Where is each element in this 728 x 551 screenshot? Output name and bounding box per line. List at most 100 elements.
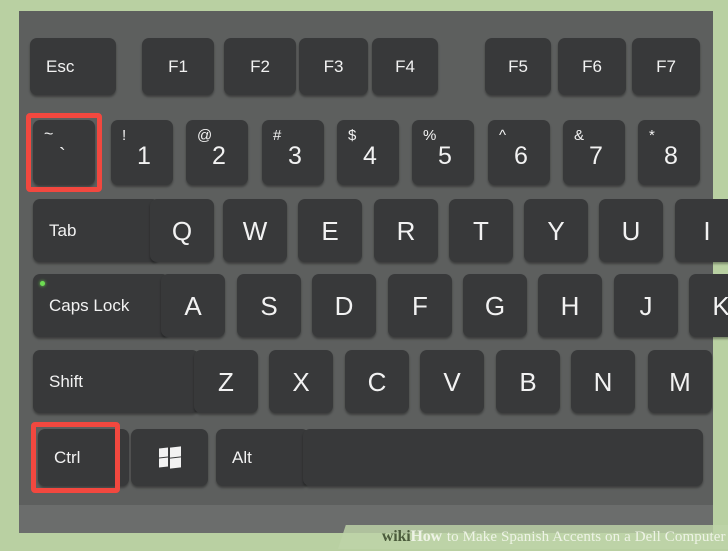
key-caps-lock[interactable]: Caps Lock — [33, 274, 169, 337]
key-alt-left[interactable]: Alt — [216, 429, 309, 486]
key-n[interactable]: N — [571, 350, 635, 413]
key-f2[interactable]: F2 — [224, 38, 296, 95]
key-n-label: N — [593, 366, 613, 397]
key-digit-8-lower: 8 — [664, 142, 678, 170]
key-esc[interactable]: Esc — [30, 38, 116, 95]
key-v-label: V — [443, 366, 461, 397]
key-a[interactable]: A — [161, 274, 225, 337]
key-f[interactable]: F — [388, 274, 452, 337]
key-j-label: J — [639, 290, 653, 321]
key-w[interactable]: W — [223, 199, 287, 262]
key-digit-4-lower: 4 — [363, 142, 377, 170]
key-i[interactable]: I — [675, 199, 728, 262]
key-b[interactable]: B — [496, 350, 560, 413]
wikihow-brand: wikiHow — [382, 528, 442, 546]
key-d[interactable]: D — [312, 274, 376, 337]
key-f6[interactable]: F6 — [558, 38, 626, 95]
key-f1-label: F1 — [168, 57, 188, 76]
key-u[interactable]: U — [599, 199, 663, 262]
key-backtick-tilde-lower: ` — [59, 145, 66, 167]
key-digit-5-upper: % — [423, 127, 437, 144]
key-f1[interactable]: F1 — [142, 38, 214, 95]
key-f4-label: F4 — [395, 57, 415, 76]
key-x[interactable]: X — [269, 350, 333, 413]
key-e-label: E — [321, 215, 339, 246]
key-digit-3[interactable]: # 3 — [262, 120, 324, 185]
key-digit-6-lower: 6 — [514, 142, 528, 170]
key-f5-label: F5 — [508, 57, 528, 76]
key-m[interactable]: M — [648, 350, 712, 413]
key-caps-lock-label: Caps Lock — [49, 296, 130, 315]
key-j[interactable]: J — [614, 274, 678, 337]
key-k-label: K — [712, 290, 728, 321]
key-h-label: H — [560, 290, 580, 321]
wikihow-brand-how: How — [410, 528, 443, 545]
key-m-label: M — [669, 366, 691, 397]
key-ctrl-left-label: Ctrl — [54, 448, 81, 467]
key-z-label: Z — [218, 366, 234, 397]
key-r-label: R — [396, 215, 416, 246]
key-t[interactable]: T — [449, 199, 513, 262]
key-q[interactable]: Q — [150, 199, 214, 262]
key-digit-4[interactable]: $ 4 — [337, 120, 399, 185]
key-digit-8[interactable]: * 8 — [638, 120, 700, 185]
key-spacebar[interactable] — [303, 429, 703, 486]
caps-lock-led-icon — [40, 281, 45, 286]
key-d-label: D — [334, 290, 354, 321]
key-x-label: X — [292, 366, 310, 397]
key-s-label: S — [260, 290, 278, 321]
key-q-label: Q — [171, 215, 193, 246]
key-digit-6[interactable]: ^ 6 — [488, 120, 550, 185]
wikihow-watermark-inner: wikiHow to Make Spanish Accents on a Del… — [382, 528, 726, 546]
key-digit-5[interactable]: % 5 — [412, 120, 474, 185]
key-digit-1-upper: ! — [122, 127, 127, 144]
key-ctrl-left[interactable]: Ctrl — [38, 429, 129, 486]
windows-logo-icon — [158, 446, 181, 469]
screenshot-root: Esc F1 F2 F3 F4 F5 F6 F7 ~ ` ! 1 @ 2 # 3… — [0, 0, 728, 551]
key-z[interactable]: Z — [194, 350, 258, 413]
key-digit-6-upper: ^ — [499, 127, 507, 144]
key-alt-left-label: Alt — [232, 448, 252, 467]
key-windows[interactable] — [131, 429, 208, 486]
key-f-label: F — [412, 290, 428, 321]
key-digit-2[interactable]: @ 2 — [186, 120, 248, 185]
key-r[interactable]: R — [374, 199, 438, 262]
key-f3-label: F3 — [323, 57, 344, 76]
key-s[interactable]: S — [237, 274, 301, 337]
key-digit-8-upper: * — [649, 127, 655, 144]
key-c[interactable]: C — [345, 350, 409, 413]
wikihow-watermark: wikiHow to Make Spanish Accents on a Del… — [338, 525, 728, 549]
key-shift-left-label: Shift — [49, 372, 84, 391]
key-digit-2-lower: 2 — [212, 142, 226, 170]
key-h[interactable]: H — [538, 274, 602, 337]
key-digit-7[interactable]: & 7 — [563, 120, 625, 185]
key-a-label: A — [184, 290, 202, 321]
key-digit-4-upper: $ — [348, 127, 357, 144]
key-b-label: B — [519, 366, 537, 397]
wikihow-watermark-title: to Make Spanish Accents on a Dell Comput… — [447, 529, 726, 545]
key-backtick-tilde[interactable]: ~ ` — [33, 120, 95, 185]
key-f6-label: F6 — [582, 57, 602, 76]
key-digit-5-lower: 5 — [438, 142, 452, 170]
key-f3[interactable]: F3 — [299, 38, 368, 95]
key-f4[interactable]: F4 — [372, 38, 438, 95]
key-digit-7-upper: & — [574, 127, 585, 144]
key-y-label: Y — [547, 215, 565, 246]
key-f7[interactable]: F7 — [632, 38, 700, 95]
key-digit-3-lower: 3 — [288, 142, 302, 170]
key-v[interactable]: V — [420, 350, 484, 413]
key-f5[interactable]: F5 — [485, 38, 551, 95]
wikihow-brand-wiki: wiki — [382, 528, 411, 545]
key-y[interactable]: Y — [524, 199, 588, 262]
key-digit-1[interactable]: ! 1 — [111, 120, 173, 185]
key-f2-label: F2 — [250, 57, 270, 76]
key-tab[interactable]: Tab — [33, 199, 159, 262]
key-shift-left[interactable]: Shift — [33, 350, 199, 413]
key-i-label: I — [703, 215, 711, 246]
key-g[interactable]: G — [463, 274, 527, 337]
key-w-label: W — [242, 215, 268, 246]
key-e[interactable]: E — [298, 199, 362, 262]
key-k[interactable]: K — [689, 274, 728, 337]
key-g-label: G — [484, 290, 506, 321]
key-tab-label: Tab — [49, 221, 77, 240]
